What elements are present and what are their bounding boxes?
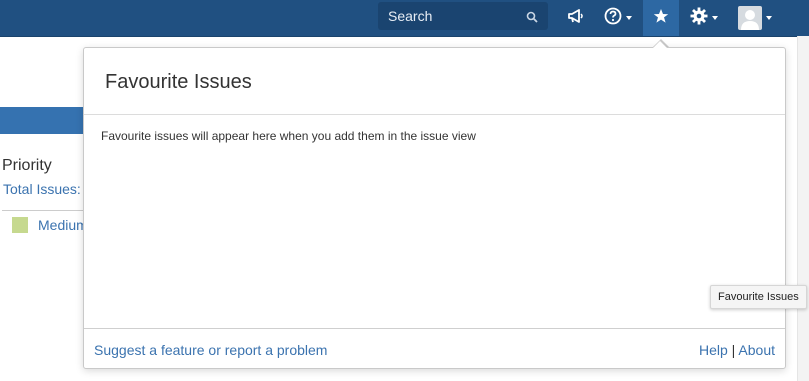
priority-heading: Priority	[2, 157, 52, 174]
search-icon[interactable]	[526, 10, 538, 28]
dialog-title: Favourite Issues	[105, 71, 252, 93]
medium-priority-link[interactable]: Medium	[38, 217, 88, 233]
empty-state-message: Favourite issues will appear here when y…	[101, 129, 476, 143]
help-icon	[604, 7, 622, 30]
settings-menu-button[interactable]	[684, 0, 724, 36]
footer-separator: |	[731, 342, 736, 358]
star-icon	[653, 8, 669, 29]
favourites-button[interactable]	[643, 0, 679, 36]
help-link[interactable]: Help	[699, 342, 728, 358]
help-menu-button[interactable]	[600, 0, 636, 36]
announcements-button[interactable]	[560, 0, 592, 36]
divider	[2, 210, 84, 211]
search-input[interactable]: Search	[388, 8, 432, 24]
footer-links: Help | About	[699, 342, 775, 358]
about-link[interactable]: About	[738, 342, 775, 358]
dialog-header: Favourite Issues	[84, 48, 785, 115]
medium-priority-swatch	[12, 217, 28, 233]
user-avatar-icon	[738, 6, 762, 30]
chevron-down-icon	[712, 16, 718, 20]
suggest-feature-link[interactable]: Suggest a feature or report a problem	[94, 342, 327, 358]
top-header-bar: Search	[0, 0, 809, 37]
gear-icon	[690, 7, 708, 30]
total-issues-link[interactable]: Total Issues:	[3, 181, 81, 197]
favourites-tooltip: Favourite Issues	[710, 285, 807, 309]
dialog-pointer-inner	[653, 41, 667, 48]
user-profile-button[interactable]	[732, 0, 778, 36]
background-section-header	[0, 107, 84, 134]
search-box[interactable]: Search	[378, 2, 548, 30]
chevron-down-icon	[626, 16, 632, 20]
chevron-down-icon	[766, 16, 772, 20]
megaphone-icon	[567, 8, 585, 29]
favourite-issues-dialog: Favourite Issues Favourite issues will a…	[83, 41, 786, 369]
dialog-footer: Suggest a feature or report a problem He…	[84, 328, 785, 369]
page-scrollbar[interactable]	[797, 36, 809, 381]
